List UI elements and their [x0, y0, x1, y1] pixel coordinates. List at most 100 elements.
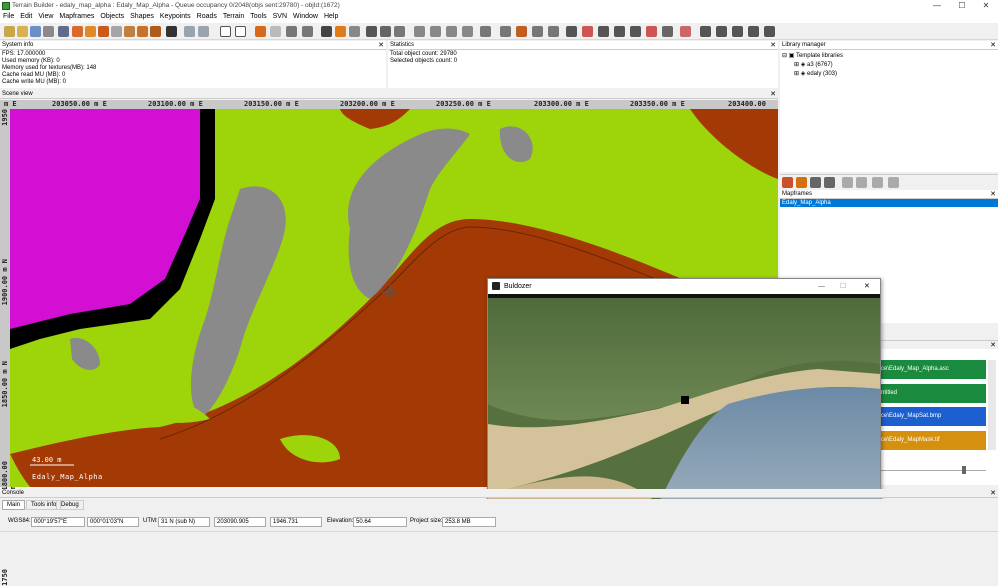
m-mode-icon[interactable] — [220, 26, 231, 37]
delete-icon[interactable] — [782, 177, 793, 188]
texture-icon[interactable] — [137, 26, 148, 37]
key-add-icon[interactable] — [700, 26, 711, 37]
tab-main[interactable]: Main — [2, 500, 26, 510]
hand-icon[interactable] — [500, 26, 511, 37]
close-icon[interactable]: ✕ — [770, 41, 776, 50]
menu-edit[interactable]: Edit — [17, 12, 35, 21]
close-icon[interactable]: ✕ — [990, 190, 996, 199]
layer-row[interactable]: ce\Edaly_MapSat.bmp — [880, 407, 986, 426]
library-root[interactable]: Template libraries — [796, 53, 843, 59]
import-icon[interactable] — [72, 26, 83, 37]
pick-icon[interactable] — [548, 26, 559, 37]
key-move-icon[interactable] — [732, 26, 743, 37]
snap-icon[interactable] — [270, 26, 281, 37]
close-button[interactable]: ✕ — [974, 0, 998, 12]
close-icon[interactable]: ✕ — [990, 489, 996, 498]
expand-icon[interactable]: ⊞ — [794, 71, 799, 77]
table-icon[interactable] — [286, 26, 297, 37]
properties-icon[interactable] — [58, 26, 69, 37]
box-icon[interactable] — [335, 26, 346, 37]
refresh-icon[interactable] — [842, 177, 853, 188]
image-tool-icon[interactable] — [462, 26, 473, 37]
key-edit-icon[interactable] — [716, 26, 727, 37]
layer-row[interactable]: ce\Edaly_Map_Alpha.asc — [880, 360, 986, 379]
screen-tool-icon[interactable] — [430, 26, 441, 37]
menu-tools[interactable]: Tools — [247, 12, 269, 21]
tools-icon[interactable] — [662, 26, 673, 37]
layers-scrollbar[interactable] — [988, 360, 996, 450]
select-grid-icon[interactable] — [366, 26, 377, 37]
mapframe-item-selected[interactable]: Edaly_Map_Alpha — [780, 199, 998, 207]
open-project-icon[interactable] — [17, 26, 28, 37]
view-tool-icon[interactable] — [446, 26, 457, 37]
grid-select-icon[interactable] — [394, 26, 405, 37]
key-rot-icon[interactable] — [764, 26, 775, 37]
close-icon[interactable]: ✕ — [990, 41, 996, 50]
satellite-icon[interactable] — [150, 26, 161, 37]
shape-move-icon[interactable] — [598, 26, 609, 37]
u-mode-icon[interactable] — [235, 26, 246, 37]
layers-icon[interactable] — [98, 26, 109, 37]
new-project-icon[interactable] — [4, 26, 15, 37]
redo-icon[interactable] — [198, 26, 209, 37]
minimize-button[interactable]: — — [818, 279, 825, 294]
pointer-icon[interactable] — [532, 26, 543, 37]
library-item[interactable]: edaly (303) — [807, 71, 837, 77]
clapper-icon[interactable] — [166, 26, 177, 37]
library-item[interactable]: a3 (6767) — [807, 62, 833, 68]
close-button[interactable]: ✕ — [864, 279, 870, 294]
menu-objects[interactable]: Objects — [97, 12, 127, 21]
export-icon[interactable] — [85, 26, 96, 37]
tool-icon[interactable] — [255, 26, 266, 37]
expand-icon[interactable]: ⊞ — [794, 62, 799, 68]
rect-tool-icon[interactable] — [414, 26, 425, 37]
menu-window[interactable]: Window — [290, 12, 321, 21]
shape-add-icon[interactable] — [566, 26, 577, 37]
menu-mapframes[interactable]: Mapframes — [56, 12, 97, 21]
undo-icon[interactable] — [184, 26, 195, 37]
brush-icon[interactable] — [516, 26, 527, 37]
close-icon[interactable]: ✕ — [990, 341, 996, 349]
close-icon[interactable]: ✕ — [770, 90, 776, 99]
align-icon[interactable] — [349, 26, 360, 37]
move-icon[interactable] — [380, 26, 391, 37]
menu-help[interactable]: Help — [321, 12, 341, 21]
terrain-icon[interactable] — [124, 26, 135, 37]
sync-icon[interactable] — [856, 177, 867, 188]
comment-icon[interactable] — [888, 177, 899, 188]
maximize-button[interactable]: ☐ — [950, 0, 974, 12]
shape-tool-icon[interactable] — [646, 26, 657, 37]
add-lib-icon[interactable] — [810, 177, 821, 188]
print-icon[interactable] — [43, 26, 54, 37]
trash-icon[interactable] — [872, 177, 883, 188]
menu-roads[interactable]: Roads — [194, 12, 220, 21]
road-icon[interactable] — [680, 26, 691, 37]
menu-shapes[interactable]: Shapes — [127, 12, 157, 21]
bulldozer-viewport[interactable] — [488, 294, 880, 504]
grid-icon[interactable] — [111, 26, 122, 37]
maximize-button[interactable]: ☐ — [840, 279, 846, 294]
menu-svn[interactable]: SVN — [270, 12, 290, 21]
minimize-button[interactable]: — — [925, 0, 949, 12]
expand-icon[interactable]: ⊟ — [782, 53, 787, 59]
slider-thumb[interactable] — [962, 466, 966, 474]
menu-terrain[interactable]: Terrain — [220, 12, 247, 21]
layer-row[interactable]: ntitled — [880, 384, 986, 403]
warning-icon[interactable] — [796, 177, 807, 188]
cube-icon[interactable] — [321, 26, 332, 37]
shape-edit-icon[interactable] — [582, 26, 593, 37]
close-icon[interactable]: ✕ — [378, 41, 384, 50]
tab-debug[interactable]: Debug — [56, 500, 84, 510]
layer-row[interactable]: ce\Edaly_MapMask.tif — [880, 431, 986, 450]
calc-icon[interactable] — [480, 26, 491, 37]
shape-del-icon[interactable] — [614, 26, 625, 37]
save-project-icon[interactable] — [30, 26, 41, 37]
menu-file[interactable]: File — [0, 12, 17, 21]
shape-rot-icon[interactable] — [630, 26, 641, 37]
menu-keypoints[interactable]: Keypoints — [157, 12, 194, 21]
list-icon[interactable] — [302, 26, 313, 37]
key-del-icon[interactable] — [748, 26, 759, 37]
layers-slider[interactable] — [880, 470, 986, 471]
edit-lib-icon[interactable] — [824, 177, 835, 188]
menu-view[interactable]: View — [35, 12, 56, 21]
